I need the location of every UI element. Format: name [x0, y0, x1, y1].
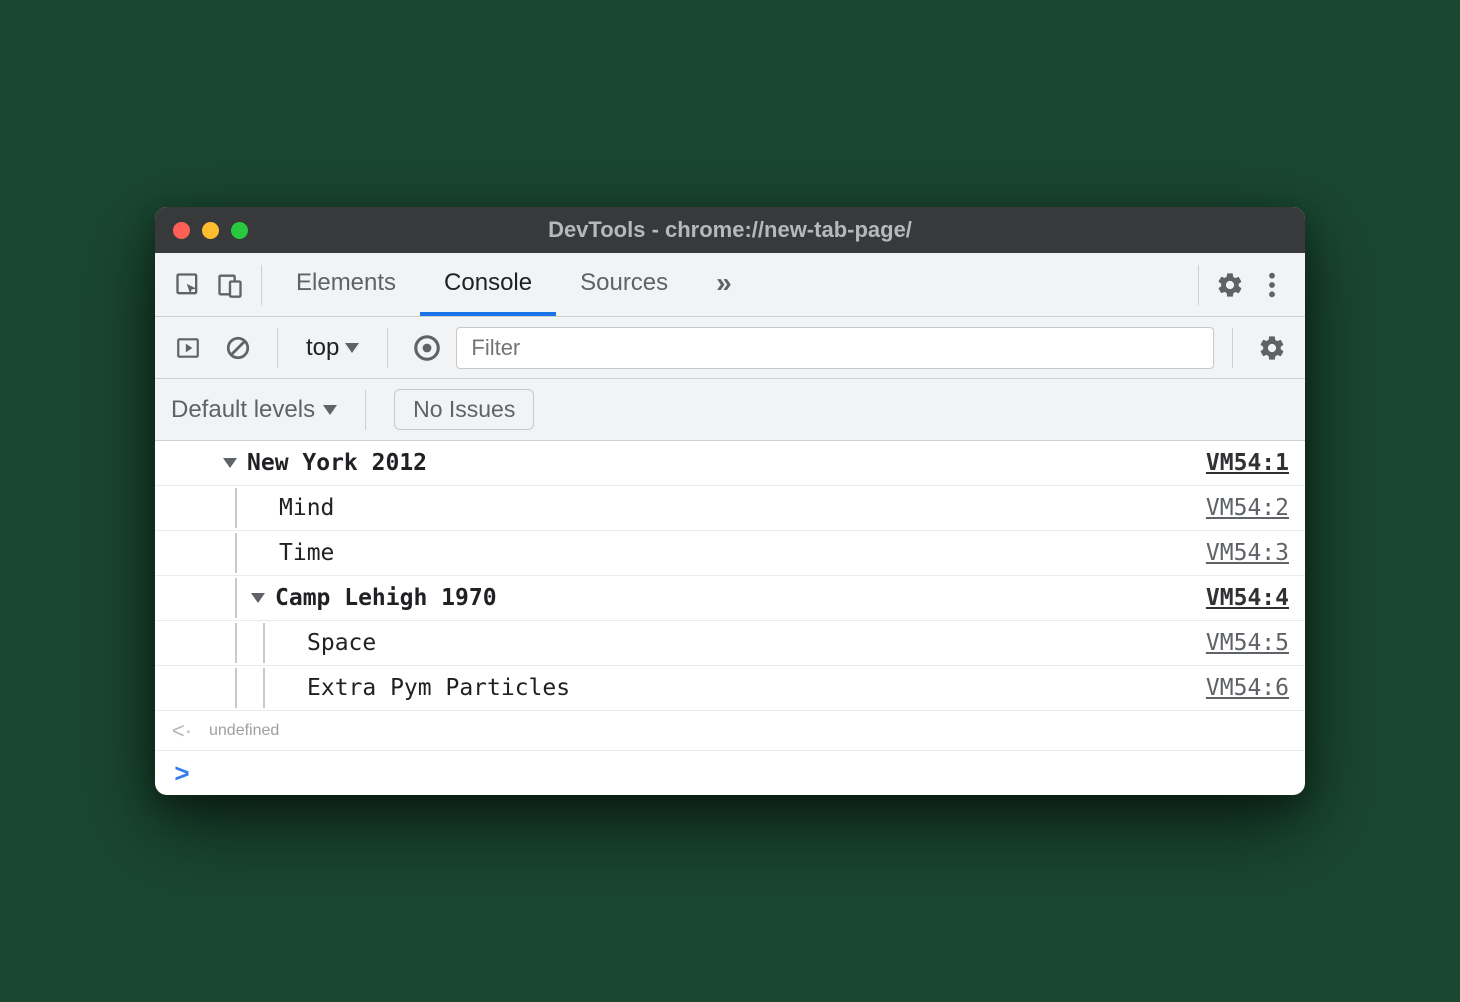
zoom-window-button[interactable]	[231, 222, 248, 239]
source-link[interactable]: VM54:1	[1206, 450, 1289, 476]
panel-tabs: Elements Console Sources »	[272, 253, 756, 316]
more-menu-icon[interactable]	[1251, 264, 1293, 306]
chevron-down-icon	[323, 405, 337, 415]
source-link[interactable]: VM54:6	[1206, 675, 1289, 701]
return-value: undefined	[209, 722, 279, 740]
source-link[interactable]: VM54:4	[1206, 585, 1289, 611]
log-levels-label: Default levels	[171, 396, 315, 424]
console-group-header[interactable]: New York 2012VM54:1	[155, 441, 1305, 486]
nesting-guides	[209, 623, 265, 663]
divider	[1198, 265, 1199, 305]
console-prompt-row[interactable]: >	[155, 751, 1305, 795]
divider	[1232, 328, 1233, 368]
close-window-button[interactable]	[173, 222, 190, 239]
console-message: SpaceVM54:5	[155, 621, 1305, 666]
issues-button[interactable]: No Issues	[394, 389, 534, 430]
window-titlebar: DevTools - chrome://new-tab-page/	[155, 207, 1305, 253]
message-text: Extra Pym Particles	[307, 675, 1206, 701]
tab-console[interactable]: Console	[420, 253, 556, 316]
source-link[interactable]: VM54:5	[1206, 630, 1289, 656]
return-value-row: <· undefined	[155, 711, 1305, 751]
console-output: New York 2012VM54:1MindVM54:2TimeVM54:3C…	[155, 441, 1305, 711]
divider	[365, 390, 366, 430]
console-settings-icon[interactable]	[1251, 327, 1293, 369]
message-text: Time	[279, 540, 1206, 566]
message-text: Mind	[279, 495, 1206, 521]
divider	[261, 265, 262, 305]
divider	[277, 328, 278, 368]
nesting-guides	[209, 488, 237, 528]
panel-tabbar: Elements Console Sources »	[155, 253, 1305, 317]
console-message: Extra Pym ParticlesVM54:6	[155, 666, 1305, 711]
nesting-guides	[209, 668, 265, 708]
disclosure-triangle-icon[interactable]	[251, 593, 265, 603]
minimize-window-button[interactable]	[202, 222, 219, 239]
log-levels-selector[interactable]: Default levels	[171, 396, 337, 424]
toggle-sidebar-icon[interactable]	[167, 327, 209, 369]
traffic-lights	[173, 222, 248, 239]
nesting-guides	[209, 533, 237, 573]
source-link[interactable]: VM54:3	[1206, 540, 1289, 566]
settings-icon[interactable]	[1209, 264, 1251, 306]
prompt-chevron-icon: >	[155, 758, 209, 789]
source-link[interactable]: VM54:2	[1206, 495, 1289, 521]
execution-context-selector[interactable]: top	[296, 334, 369, 362]
disclosure-triangle-icon[interactable]	[223, 458, 237, 468]
tab-sources[interactable]: Sources	[556, 253, 692, 316]
console-filterbar: Default levels No Issues	[155, 379, 1305, 441]
inspect-element-icon[interactable]	[167, 264, 209, 306]
message-text: New York 2012	[247, 450, 1206, 476]
console-group-header[interactable]: Camp Lehigh 1970VM54:4	[155, 576, 1305, 621]
tab-overflow[interactable]: »	[692, 253, 756, 316]
message-text: Space	[307, 630, 1206, 656]
devtools-window: DevTools - chrome://new-tab-page/ Elemen…	[155, 207, 1305, 795]
console-message: MindVM54:2	[155, 486, 1305, 531]
message-text: Camp Lehigh 1970	[275, 585, 1206, 611]
nesting-guides	[209, 578, 237, 618]
window-title: DevTools - chrome://new-tab-page/	[155, 217, 1305, 243]
console-message: TimeVM54:3	[155, 531, 1305, 576]
tab-elements[interactable]: Elements	[272, 253, 420, 316]
filter-input[interactable]	[456, 327, 1214, 369]
console-toolbar: top	[155, 317, 1305, 379]
return-arrow-icon: <·	[155, 718, 209, 744]
context-label: top	[306, 334, 339, 362]
clear-console-icon[interactable]	[217, 327, 259, 369]
live-expression-icon[interactable]	[406, 327, 448, 369]
divider	[387, 328, 388, 368]
device-toolbar-icon[interactable]	[209, 264, 251, 306]
chevron-down-icon	[345, 343, 359, 353]
